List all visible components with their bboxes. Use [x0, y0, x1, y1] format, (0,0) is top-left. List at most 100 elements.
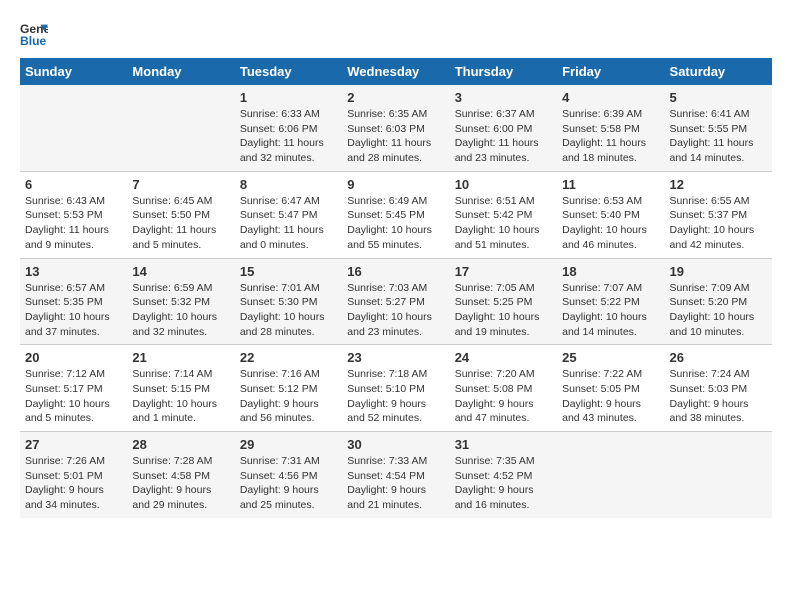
day-info: Sunrise: 6:47 AM Sunset: 5:47 PM Dayligh… — [240, 194, 337, 253]
day-number: 4 — [562, 90, 659, 105]
day-info: Sunrise: 7:01 AM Sunset: 5:30 PM Dayligh… — [240, 281, 337, 340]
calendar-cell — [557, 432, 664, 518]
day-info: Sunrise: 7:20 AM Sunset: 5:08 PM Dayligh… — [455, 367, 552, 426]
calendar-cell: 2 Sunrise: 6:35 AM Sunset: 6:03 PM Daylig… — [342, 85, 449, 171]
day-number: 21 — [132, 350, 229, 365]
day-info: Sunrise: 7:16 AM Sunset: 5:12 PM Dayligh… — [240, 367, 337, 426]
calendar-cell: 26 Sunrise: 7:24 AM Sunset: 5:03 PM Dayli… — [665, 345, 772, 432]
weekday-header-tuesday: Tuesday — [235, 58, 342, 85]
weekday-header-sunday: Sunday — [20, 58, 127, 85]
day-number: 31 — [455, 437, 552, 452]
day-info: Sunrise: 7:26 AM Sunset: 5:01 PM Dayligh… — [25, 454, 122, 513]
day-number: 29 — [240, 437, 337, 452]
day-info: Sunrise: 6:41 AM Sunset: 5:55 PM Dayligh… — [670, 107, 767, 166]
day-number: 12 — [670, 177, 767, 192]
calendar-cell: 18Sunrise: 7:07 AM Sunset: 5:22 PM Dayli… — [557, 258, 664, 345]
calendar-cell: 7 Sunrise: 6:45 AM Sunset: 5:50 PM Daylig… — [127, 171, 234, 258]
day-number: 8 — [240, 177, 337, 192]
day-number: 9 — [347, 177, 444, 192]
calendar-cell: 22 Sunrise: 7:16 AM Sunset: 5:12 PM Dayli… — [235, 345, 342, 432]
day-number: 3 — [455, 90, 552, 105]
day-number: 19 — [670, 264, 767, 279]
weekday-header-thursday: Thursday — [450, 58, 557, 85]
day-number: 30 — [347, 437, 444, 452]
weekday-header-saturday: Saturday — [665, 58, 772, 85]
page-header: General Blue — [20, 20, 772, 48]
calendar-cell: 10Sunrise: 6:51 AM Sunset: 5:42 PM Dayli… — [450, 171, 557, 258]
day-number: 27 — [25, 437, 122, 452]
calendar-cell: 15 Sunrise: 7:01 AM Sunset: 5:30 PM Dayli… — [235, 258, 342, 345]
calendar-cell: 3 Sunrise: 6:37 AM Sunset: 6:00 PM Daylig… — [450, 85, 557, 171]
day-info: Sunrise: 7:12 AM Sunset: 5:17 PM Dayligh… — [25, 367, 122, 426]
calendar-cell: 1 Sunrise: 6:33 AM Sunset: 6:06 PM Daylig… — [235, 85, 342, 171]
day-info: Sunrise: 7:31 AM Sunset: 4:56 PM Dayligh… — [240, 454, 337, 513]
day-info: Sunrise: 7:28 AM Sunset: 4:58 PM Dayligh… — [132, 454, 229, 513]
day-info: Sunrise: 7:18 AM Sunset: 5:10 PM Dayligh… — [347, 367, 444, 426]
day-number: 16 — [347, 264, 444, 279]
day-info: Sunrise: 6:33 AM Sunset: 6:06 PM Dayligh… — [240, 107, 337, 166]
calendar-cell: 24 Sunrise: 7:20 AM Sunset: 5:08 PM Dayli… — [450, 345, 557, 432]
calendar-cell: 13 Sunrise: 6:57 AM Sunset: 5:35 PM Dayli… — [20, 258, 127, 345]
day-info: Sunrise: 6:51 AM Sunset: 5:42 PM Dayligh… — [455, 194, 552, 253]
calendar-cell — [127, 85, 234, 171]
calendar-table: SundayMondayTuesdayWednesdayThursdayFrid… — [20, 58, 772, 518]
day-number: 1 — [240, 90, 337, 105]
day-number: 26 — [670, 350, 767, 365]
day-info: Sunrise: 6:53 AM Sunset: 5:40 PM Dayligh… — [562, 194, 659, 253]
calendar-cell: 6Sunrise: 6:43 AM Sunset: 5:53 PM Daylig… — [20, 171, 127, 258]
day-info: Sunrise: 7:09 AM Sunset: 5:20 PM Dayligh… — [670, 281, 767, 340]
day-number: 20 — [25, 350, 122, 365]
day-number: 7 — [132, 177, 229, 192]
weekday-header-monday: Monday — [127, 58, 234, 85]
calendar-week-row: 6Sunrise: 6:43 AM Sunset: 5:53 PM Daylig… — [20, 171, 772, 258]
calendar-week-row: 13 Sunrise: 6:57 AM Sunset: 5:35 PM Dayli… — [20, 258, 772, 345]
calendar-cell: 31 Sunrise: 7:35 AM Sunset: 4:52 PM Dayli… — [450, 432, 557, 518]
day-info: Sunrise: 7:22 AM Sunset: 5:05 PM Dayligh… — [562, 367, 659, 426]
day-number: 11 — [562, 177, 659, 192]
logo-icon: General Blue — [20, 20, 48, 48]
day-number: 25 — [562, 350, 659, 365]
day-info: Sunrise: 7:35 AM Sunset: 4:52 PM Dayligh… — [455, 454, 552, 513]
calendar-cell: 8 Sunrise: 6:47 AM Sunset: 5:47 PM Daylig… — [235, 171, 342, 258]
day-info: Sunrise: 6:37 AM Sunset: 6:00 PM Dayligh… — [455, 107, 552, 166]
day-number: 13 — [25, 264, 122, 279]
day-info: Sunrise: 6:57 AM Sunset: 5:35 PM Dayligh… — [25, 281, 122, 340]
calendar-cell: 27 Sunrise: 7:26 AM Sunset: 5:01 PM Dayli… — [20, 432, 127, 518]
calendar-cell: 14Sunrise: 6:59 AM Sunset: 5:32 PM Dayli… — [127, 258, 234, 345]
day-number: 17 — [455, 264, 552, 279]
day-info: Sunrise: 7:05 AM Sunset: 5:25 PM Dayligh… — [455, 281, 552, 340]
day-number: 22 — [240, 350, 337, 365]
calendar-cell: 25 Sunrise: 7:22 AM Sunset: 5:05 PM Dayli… — [557, 345, 664, 432]
weekday-header-row: SundayMondayTuesdayWednesdayThursdayFrid… — [20, 58, 772, 85]
svg-text:Blue: Blue — [20, 34, 47, 48]
day-info: Sunrise: 6:59 AM Sunset: 5:32 PM Dayligh… — [132, 281, 229, 340]
day-number: 23 — [347, 350, 444, 365]
calendar-cell: 29 Sunrise: 7:31 AM Sunset: 4:56 PM Dayli… — [235, 432, 342, 518]
day-info: Sunrise: 7:07 AM Sunset: 5:22 PM Dayligh… — [562, 281, 659, 340]
day-number: 24 — [455, 350, 552, 365]
day-number: 5 — [670, 90, 767, 105]
calendar-cell: 11 Sunrise: 6:53 AM Sunset: 5:40 PM Dayli… — [557, 171, 664, 258]
calendar-cell: 20 Sunrise: 7:12 AM Sunset: 5:17 PM Dayli… — [20, 345, 127, 432]
day-info: Sunrise: 6:45 AM Sunset: 5:50 PM Dayligh… — [132, 194, 229, 253]
day-number: 2 — [347, 90, 444, 105]
day-number: 28 — [132, 437, 229, 452]
day-info: Sunrise: 7:24 AM Sunset: 5:03 PM Dayligh… — [670, 367, 767, 426]
day-info: Sunrise: 6:35 AM Sunset: 6:03 PM Dayligh… — [347, 107, 444, 166]
calendar-cell: 12 Sunrise: 6:55 AM Sunset: 5:37 PM Dayli… — [665, 171, 772, 258]
day-info: Sunrise: 6:43 AM Sunset: 5:53 PM Dayligh… — [25, 194, 122, 253]
calendar-cell: 9 Sunrise: 6:49 AM Sunset: 5:45 PM Daylig… — [342, 171, 449, 258]
calendar-cell: 19 Sunrise: 7:09 AM Sunset: 5:20 PM Dayli… — [665, 258, 772, 345]
day-info: Sunrise: 6:39 AM Sunset: 5:58 PM Dayligh… — [562, 107, 659, 166]
day-info: Sunrise: 7:14 AM Sunset: 5:15 PM Dayligh… — [132, 367, 229, 426]
logo: General Blue — [20, 20, 52, 48]
day-info: Sunrise: 6:55 AM Sunset: 5:37 PM Dayligh… — [670, 194, 767, 253]
calendar-week-row: 27 Sunrise: 7:26 AM Sunset: 5:01 PM Dayli… — [20, 432, 772, 518]
calendar-cell: 5 Sunrise: 6:41 AM Sunset: 5:55 PM Daylig… — [665, 85, 772, 171]
calendar-week-row: 1 Sunrise: 6:33 AM Sunset: 6:06 PM Daylig… — [20, 85, 772, 171]
calendar-cell: 16Sunrise: 7:03 AM Sunset: 5:27 PM Dayli… — [342, 258, 449, 345]
day-info: Sunrise: 6:49 AM Sunset: 5:45 PM Dayligh… — [347, 194, 444, 253]
calendar-cell — [665, 432, 772, 518]
day-number: 15 — [240, 264, 337, 279]
calendar-cell: 21 Sunrise: 7:14 AM Sunset: 5:15 PM Dayli… — [127, 345, 234, 432]
